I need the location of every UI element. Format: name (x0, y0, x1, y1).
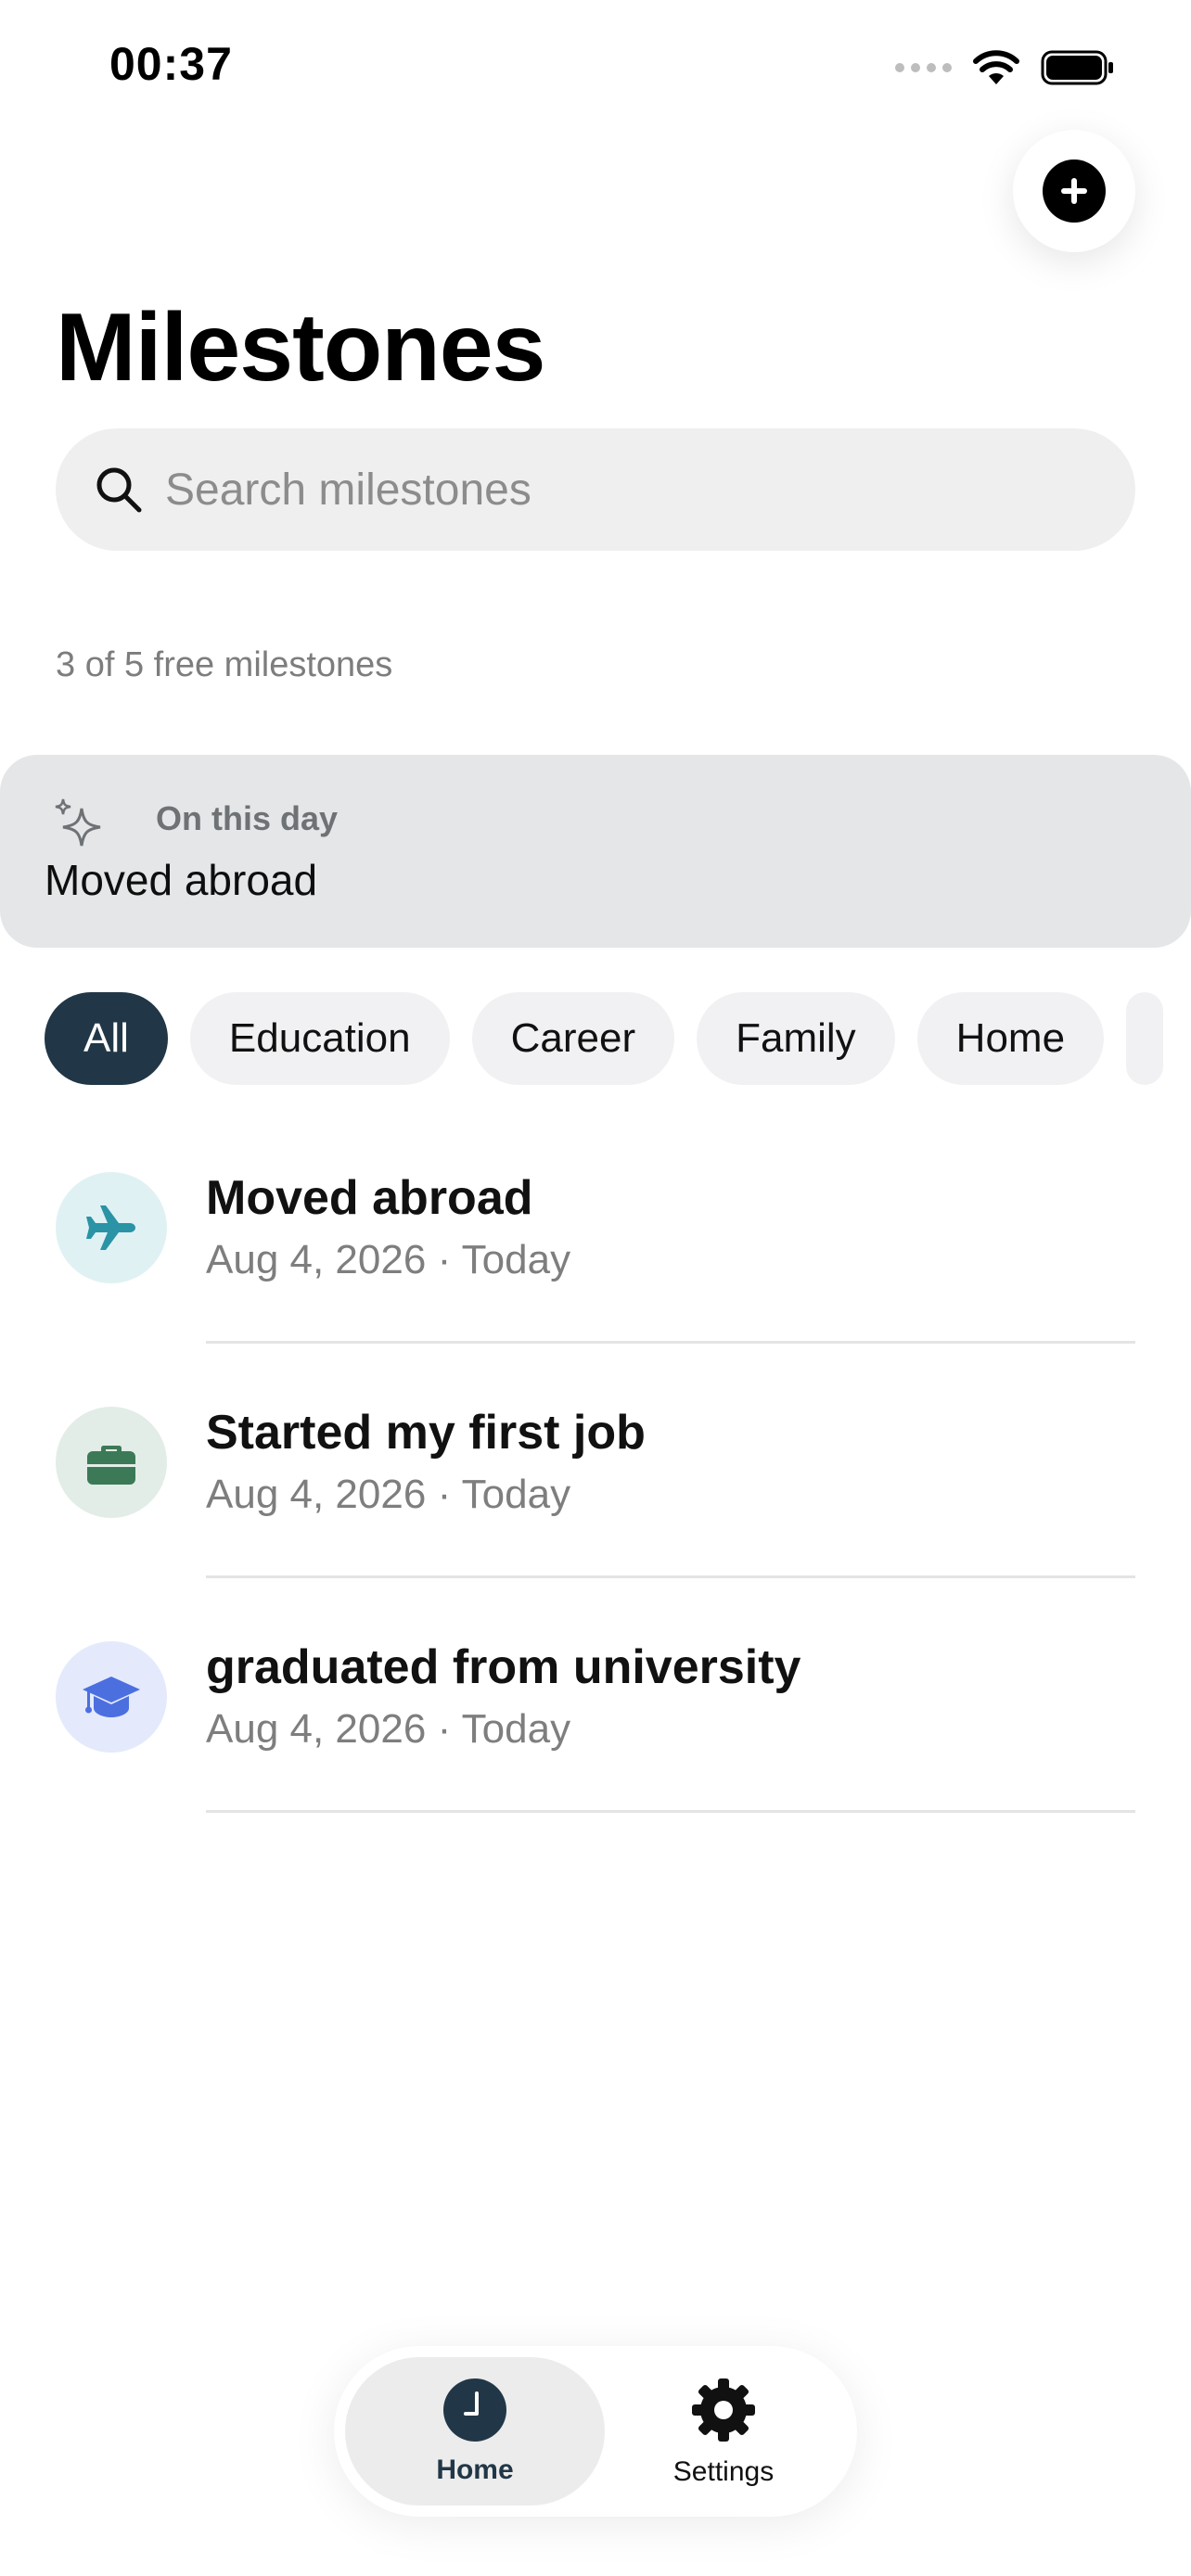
separator-dot: · (437, 1237, 462, 1282)
add-milestone-button[interactable] (1013, 130, 1135, 252)
row-divider (206, 1341, 1135, 1344)
milestone-date: Aug 4, 2026 (206, 1472, 427, 1517)
filter-chip-all[interactable]: All (45, 992, 168, 1085)
filter-chip-more[interactable] (1126, 992, 1164, 1085)
tab-home-label: Home (436, 2455, 514, 2485)
tab-settings[interactable]: Settings (612, 2357, 835, 2506)
list-item[interactable]: Moved abroad Aug 4, 2026 · Today (0, 1157, 1191, 1392)
page-title: Milestones (56, 294, 545, 402)
milestone-meta: Aug 4, 2026 · Today (206, 1472, 570, 1518)
filter-chip-family[interactable]: Family (697, 992, 895, 1085)
clock-icon (443, 2378, 506, 2442)
on-this-day-title: Moved abroad (45, 856, 318, 904)
on-this-day-card[interactable]: On this day Moved abroad (0, 755, 1191, 948)
briefcase-icon (56, 1407, 167, 1518)
plus-circle-icon (1043, 159, 1106, 223)
tab-bar: Home Settings (334, 2346, 857, 2517)
airplane-icon (56, 1172, 167, 1283)
status-time: 00:37 (109, 38, 233, 90)
milestone-relative: Today (461, 1706, 571, 1752)
graduation-cap-icon (56, 1641, 167, 1753)
milestone-relative: Today (461, 1237, 571, 1282)
milestone-date: Aug 4, 2026 (206, 1237, 427, 1282)
battery-icon (1041, 50, 1113, 85)
list-item[interactable]: graduated from university Aug 4, 2026 · … (0, 1626, 1191, 1861)
filter-chip-education[interactable]: Education (189, 992, 450, 1085)
milestone-title: Started my first job (206, 1406, 646, 1460)
milestone-list: Moved abroad Aug 4, 2026 · Today Started… (0, 1157, 1191, 1861)
tab-settings-label: Settings (672, 2456, 775, 2487)
filter-chip-career[interactable]: Career (471, 992, 675, 1085)
status-icons (895, 45, 1115, 91)
status-bar: 00:37 (0, 0, 1191, 139)
milestone-date: Aug 4, 2026 (206, 1706, 427, 1752)
gear-icon (692, 2378, 755, 2442)
separator-dot: · (437, 1706, 462, 1752)
search-icon (96, 467, 142, 513)
free-quota-text: 3 of 5 free milestones (56, 645, 393, 684)
list-item[interactable]: Started my first job Aug 4, 2026 · Today (0, 1392, 1191, 1626)
filter-chip-home[interactable]: Home (916, 992, 1105, 1085)
row-divider (206, 1810, 1135, 1813)
row-divider (206, 1575, 1135, 1578)
milestone-title: graduated from university (206, 1640, 801, 1694)
category-filters: All Education Career Family Home (45, 992, 1164, 1085)
milestone-title: Moved abroad (206, 1171, 533, 1225)
search-placeholder: Search milestones (165, 465, 531, 515)
sparkle-icon (55, 798, 101, 847)
on-this-day-label: On this day (156, 799, 339, 837)
separator-dot: · (437, 1472, 462, 1517)
milestone-relative: Today (461, 1472, 571, 1517)
wifi-icon (973, 50, 1019, 84)
tab-home[interactable]: Home (345, 2357, 605, 2506)
milestone-meta: Aug 4, 2026 · Today (206, 1706, 570, 1753)
search-input[interactable]: Search milestones (56, 428, 1135, 551)
cellular-signal-icon (895, 63, 952, 72)
milestone-meta: Aug 4, 2026 · Today (206, 1237, 570, 1283)
